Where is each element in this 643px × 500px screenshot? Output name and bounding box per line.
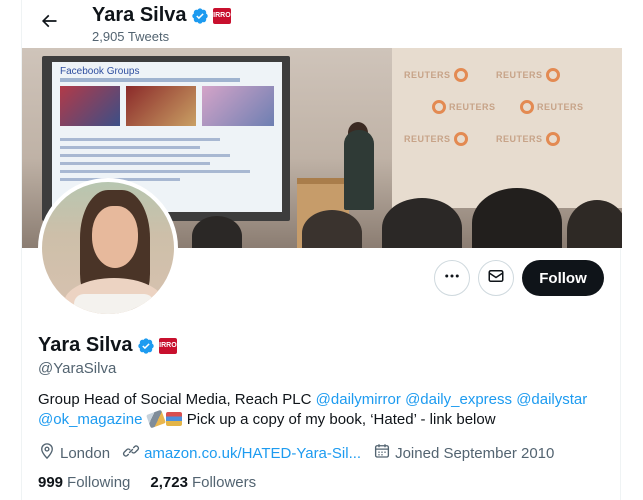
banner-speaker (344, 130, 374, 210)
avatar[interactable] (38, 178, 178, 318)
profile-name: Yara Silva MIRROR (38, 334, 177, 357)
following-label: Following (67, 474, 131, 491)
location-item: London (38, 442, 110, 464)
back-button[interactable] (32, 6, 66, 40)
follow-stats: 999 Following 2,723 Followers (38, 474, 276, 491)
mention-link[interactable]: @daily_express (405, 391, 512, 408)
affiliation-badge[interactable]: MIRROR (158, 337, 177, 354)
website-link[interactable]: amazon.co.uk/HATED-Yara-Sil... (144, 445, 361, 462)
arrow-left-icon (39, 11, 59, 36)
banner-logo-wall: REUTERS REUTERS REUTERS REUTERS REUTERS … (392, 48, 622, 208)
header-title: Yara Silva MIRROR (92, 4, 231, 27)
more-icon (443, 267, 461, 290)
verified-badge-icon (191, 7, 209, 25)
following-count: 999 (38, 474, 64, 491)
affiliation-badge[interactable]: MIRROR (212, 7, 231, 24)
profile-column: Yara Silva MIRROR 2,905 Tweets Facebook … (21, 0, 622, 500)
profile-meta: London amazon.co.uk/HATED-Yara-Sil... Jo… (38, 442, 566, 464)
location-pin-icon (38, 442, 56, 464)
mention-link[interactable]: @dailymirror (316, 391, 401, 408)
envelope-icon (487, 267, 505, 290)
books-emoji-icon (165, 412, 182, 426)
message-button[interactable] (478, 260, 514, 296)
follow-button[interactable]: Follow (522, 260, 604, 296)
bio: Group Head of Social Media, Reach PLC @d… (38, 391, 588, 429)
more-button[interactable] (434, 260, 470, 296)
following-link[interactable]: 999 Following (38, 474, 130, 491)
header-display-name: Yara Silva (92, 4, 187, 26)
calendar-icon (373, 442, 391, 464)
location-text: London (60, 444, 111, 462)
mention-link[interactable]: @ok_magazine (38, 411, 142, 428)
verified-badge-icon[interactable] (137, 337, 155, 355)
mention-link[interactable]: @dailystar (516, 391, 587, 408)
link-icon (122, 442, 140, 464)
followers-label: Followers (191, 474, 257, 491)
followers-link[interactable]: 2,723 Followers (150, 474, 256, 491)
pencil-emoji-icon (145, 409, 166, 429)
tweet-count: 2,905 Tweets (92, 29, 170, 44)
website-item: amazon.co.uk/HATED-Yara-Sil... (122, 442, 361, 464)
joined-text: Joined September 2010 (395, 444, 555, 462)
display-name: Yara Silva (38, 334, 133, 356)
profile-header: Yara Silva MIRROR 2,905 Tweets (22, 0, 622, 48)
joined-item: Joined September 2010 (373, 442, 554, 464)
user-handle: @YaraSilva (38, 360, 117, 377)
followers-count: 2,723 (150, 474, 188, 491)
